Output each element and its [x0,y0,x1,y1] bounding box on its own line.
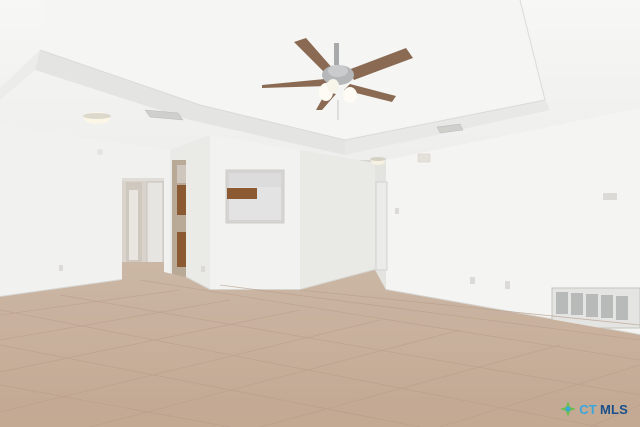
watermark-text-mls: MLS [599,401,628,417]
mls-logo-icon [560,401,577,417]
room-photo [0,0,640,427]
pass-through-window [225,169,285,224]
right-doorway [375,181,388,271]
mls-watermark: CT MLS [560,401,628,417]
kitchen-doorway [172,160,186,277]
watermark-text-ct: CT [579,401,597,417]
